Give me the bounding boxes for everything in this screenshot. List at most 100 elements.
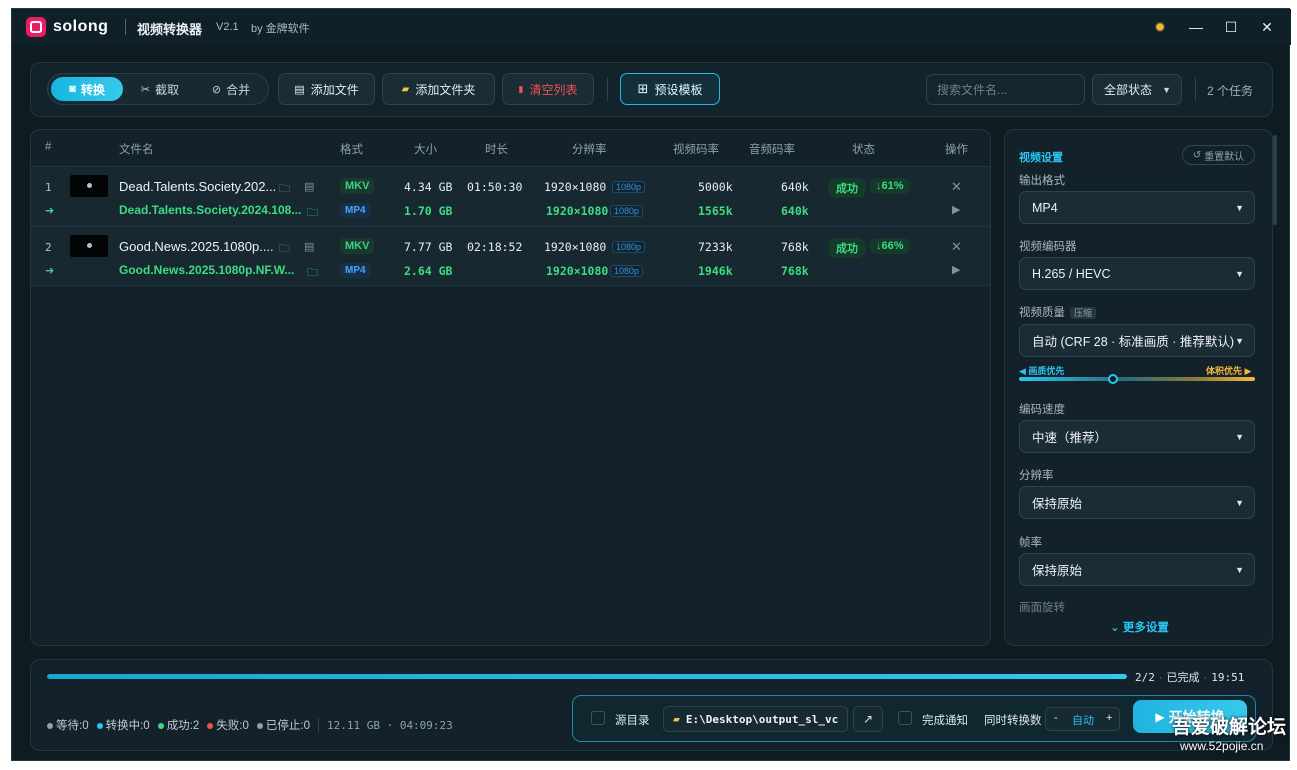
audio-bitrate: 768k: [781, 240, 809, 254]
status-filter-value: 全部状态: [1104, 83, 1153, 97]
mode-trim[interactable]: ✂ 截取: [126, 77, 194, 101]
output-path-field[interactable]: ▰ E:\Desktop\output_sl_vc: [663, 706, 848, 732]
title-bar[interactable]: solong 视频转换器 V2.1 by 金牌软件 ✹ — ☐ ✕: [12, 9, 1291, 45]
col-size: 大小: [414, 144, 437, 156]
remove-icon[interactable]: ✕: [951, 179, 962, 195]
quality-priority-label: ◀ 画质优先: [1019, 366, 1065, 376]
app-logo-icon: [26, 17, 46, 37]
forum-watermark-url: www.52pojie.cn: [1180, 739, 1264, 753]
stats-divider: [317, 718, 319, 732]
resolution-select[interactable]: 保持原始 ▼: [1019, 486, 1255, 519]
progress-count: 2/2: [1135, 671, 1155, 684]
video-encoder-value: H.265 / HEVC: [1032, 266, 1111, 281]
resolution-tag: 1080p: [612, 181, 646, 193]
increment-button[interactable]: +: [1106, 712, 1112, 724]
notify-checkbox[interactable]: [898, 711, 912, 725]
clear-list-button[interactable]: ▮ 清空列表: [502, 73, 594, 105]
mode-trim-label: 截取: [155, 82, 180, 97]
add-file-button[interactable]: ▤ 添加文件: [278, 73, 375, 105]
status-filter-dropdown[interactable]: 全部状态 ▼: [1092, 74, 1182, 105]
search-input[interactable]: [926, 74, 1085, 105]
table-row[interactable]: 2 ➜ Good.News.2025.1080p.... 🗀 ▤ Good.Ne…: [31, 226, 990, 286]
concurrency-stepper[interactable]: - 自动 +: [1045, 707, 1120, 731]
output-format-badge: MP4: [340, 203, 371, 218]
settings-scrollbar[interactable]: [1273, 135, 1277, 225]
file-list-panel: # 文件名 格式 大小 时长 分辨率 视频码率 音频码率 状态 操作 1 ➜ D…: [30, 129, 991, 646]
resolution-value: 保持原始: [1032, 497, 1083, 511]
output-video-bitrate: 1565k: [698, 204, 733, 218]
minimize-icon[interactable]: —: [1186, 17, 1206, 37]
col-actions: 操作: [945, 144, 968, 156]
progress-summary: 2/2 · 已完成 · 19:51: [1135, 671, 1245, 684]
output-folder-icon[interactable]: 🗀: [307, 204, 318, 223]
overall-progress-bar: [47, 674, 1127, 679]
output-resolution-tag: 1080p: [610, 205, 644, 217]
output-audio-bitrate: 768k: [781, 264, 809, 278]
status-badge: 成功: [828, 238, 866, 258]
chevron-down-icon: ▼: [1235, 565, 1244, 575]
reset-label: 重置默认: [1204, 151, 1245, 163]
quality-slider-thumb[interactable]: [1108, 374, 1119, 384]
open-output-dir-button[interactable]: ↗: [853, 706, 883, 732]
external-link-icon: ↗: [862, 712, 874, 726]
encode-speed-value: 中速（推荐）: [1032, 431, 1108, 445]
output-resolution: 1920×1080: [546, 264, 609, 278]
file-info-icon[interactable]: ▤: [304, 180, 314, 193]
output-file-size: 2.64 GB: [404, 264, 453, 278]
add-folder-button[interactable]: ▰ 添加文件夹: [382, 73, 495, 105]
reset-defaults-button[interactable]: ↺ 重置默认: [1182, 145, 1255, 165]
mode-convert[interactable]: ◙ 转换: [51, 77, 123, 101]
mode-merge[interactable]: ⊘ 合并: [196, 77, 266, 101]
concurrency-value: 自动: [1072, 715, 1094, 727]
stat-waiting: 等待:0: [47, 717, 89, 733]
open-folder-icon[interactable]: 🗀: [279, 180, 290, 199]
file-name: Good.News.2025.1080p....: [119, 239, 274, 254]
output-arrow-icon: ➜: [45, 265, 55, 277]
framerate-select[interactable]: 保持原始 ▼: [1019, 553, 1255, 586]
notify-label: 完成通知: [922, 715, 968, 727]
open-folder-icon[interactable]: 🗀: [279, 240, 290, 259]
total-size-duration: 12.11 GB · 04:09:23: [326, 718, 453, 732]
play-icon[interactable]: ▶: [952, 263, 960, 276]
decrement-button[interactable]: -: [1054, 712, 1058, 724]
chevron-down-icon: ▼: [1162, 85, 1171, 95]
row-index: 1: [45, 181, 52, 194]
progress-status: 已完成: [1166, 672, 1200, 684]
video-quality-select[interactable]: 自动 (CRF 28 · 标准画质 · 推荐默认) ▼: [1019, 324, 1255, 357]
output-path-value: E:\Desktop\output_sl_vc: [685, 712, 839, 726]
file-info-icon[interactable]: ▤: [304, 240, 314, 253]
status-badge: 成功: [828, 178, 866, 198]
source-dir-checkbox[interactable]: [591, 711, 605, 725]
overall-progress-fill: [47, 674, 1127, 679]
chevron-down-icon: ▼: [1235, 203, 1244, 213]
toolbar-divider: [607, 77, 608, 101]
output-format-select[interactable]: MP4 ▼: [1019, 191, 1255, 224]
stat-converting: 转换中:0: [96, 717, 150, 733]
table-row[interactable]: 1 ➜ Dead.Talents.Society.202... 🗀 ▤ Dead…: [31, 166, 990, 226]
settings-title: 视频设置: [1019, 152, 1063, 164]
toolbar: ◙ 转换 ✂ 截取 ⊘ 合并 ▤ 添加文件 ▰ 添加文件夹 ▮ 清空列表 ⊞ 预…: [30, 62, 1273, 117]
preset-template-button[interactable]: ⊞ 预设模板: [620, 73, 720, 105]
reset-icon: ↺: [1192, 149, 1202, 161]
encode-speed-select[interactable]: 中速（推荐） ▼: [1019, 420, 1255, 453]
framerate-value: 保持原始: [1032, 564, 1083, 578]
output-folder-icon[interactable]: 🗀: [307, 264, 318, 283]
col-status: 状态: [852, 144, 875, 156]
sun-icon[interactable]: ✹: [1150, 17, 1170, 37]
close-icon[interactable]: ✕: [1257, 17, 1277, 37]
stat-stopped: 已停止:0: [256, 717, 310, 733]
size-priority-label: 体积优先 ▶: [1206, 366, 1252, 376]
forum-watermark: 吾爱破解论坛: [1172, 717, 1287, 738]
video-encoder-select[interactable]: H.265 / HEVC ▼: [1019, 257, 1255, 290]
maximize-icon[interactable]: ☐: [1221, 17, 1241, 37]
quality-slider-track[interactable]: [1019, 377, 1255, 381]
play-icon[interactable]: ▶: [952, 203, 960, 216]
more-settings-button[interactable]: ⌄ 更多设置: [1005, 619, 1272, 635]
output-audio-bitrate: 640k: [781, 204, 809, 218]
stat-success: 成功:2: [157, 717, 199, 733]
col-format: 格式: [340, 144, 363, 156]
col-audio-bitrate: 音频码率: [749, 144, 795, 156]
app-version: V2.1: [216, 21, 239, 33]
remove-icon[interactable]: ✕: [951, 239, 962, 255]
video-quality-value: 自动 (CRF 28 · 标准画质 · 推荐默认): [1032, 335, 1235, 349]
